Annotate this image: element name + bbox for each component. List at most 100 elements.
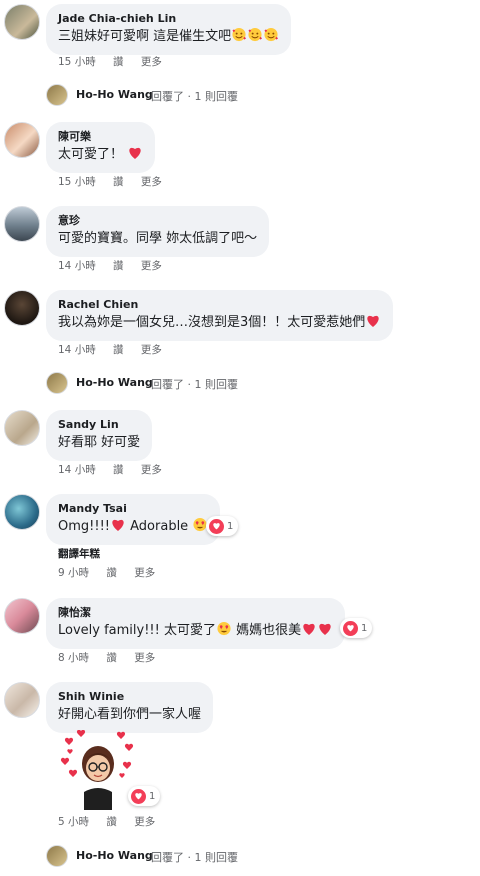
reply-author[interactable]: Ho-Ho Wang bbox=[76, 88, 153, 101]
like-button[interactable]: 讚 bbox=[113, 344, 124, 356]
comment-time[interactable]: 14 小時 bbox=[58, 260, 96, 272]
like-button[interactable]: 讚 bbox=[106, 816, 117, 828]
avatar[interactable] bbox=[4, 4, 40, 40]
avatar bbox=[46, 372, 68, 394]
like-button[interactable]: 讚 bbox=[106, 652, 117, 664]
comment-bubble: Sandy Lin 好看耶 好可愛 bbox=[46, 410, 153, 461]
comment-text: 三姐妹好可愛啊 這是催生文吧 bbox=[58, 27, 279, 47]
avatar[interactable] bbox=[4, 206, 40, 242]
comment-actions: 8 小時 讚 更多 bbox=[58, 650, 169, 665]
comment-text-part: 媽媽也很美 bbox=[232, 623, 302, 638]
love-reaction-icon bbox=[131, 788, 146, 804]
comment-author[interactable]: Sandy Lin bbox=[58, 417, 140, 433]
avatar[interactable] bbox=[4, 682, 40, 718]
more-button[interactable]: 更多 bbox=[141, 56, 162, 68]
sticker-image[interactable]: 1 bbox=[58, 729, 161, 810]
comment-time[interactable]: 14 小時 bbox=[58, 464, 96, 476]
avatar bbox=[46, 84, 68, 106]
translate-link[interactable]: 翻譯年糕 bbox=[58, 546, 100, 561]
comment-author[interactable]: 意珍 bbox=[58, 213, 257, 229]
avatar[interactable] bbox=[4, 598, 40, 634]
more-button[interactable]: 更多 bbox=[141, 260, 162, 272]
comment-bubble: 意珍 可愛的寶寶。同學 妳太低調了吧～ bbox=[46, 206, 270, 257]
reply-author[interactable]: Ho-Ho Wang bbox=[76, 376, 153, 389]
comment-actions: 9 小時 讚 更多 bbox=[58, 565, 169, 580]
avatar[interactable] bbox=[4, 122, 40, 158]
avatar[interactable] bbox=[4, 290, 40, 326]
like-button[interactable]: 讚 bbox=[113, 464, 124, 476]
comment-actions: 14 小時 讚 更多 bbox=[58, 342, 176, 357]
comment-actions: 15 小時 讚 更多 bbox=[58, 54, 176, 69]
more-button[interactable]: 更多 bbox=[134, 816, 155, 828]
comment-bubble: 陳可樂 太可愛了！ bbox=[46, 122, 156, 173]
comment-author[interactable]: Rachel Chien bbox=[58, 297, 381, 313]
comment-bubble: Rachel Chien 我以為妳是一個女兒…沒想到是3個！！太可愛惹她們 bbox=[46, 290, 394, 341]
comment-bubble: Jade Chia-chieh Lin 三姐妹好可愛啊 這是催生文吧 bbox=[46, 4, 292, 55]
comment-author[interactable]: Jade Chia-chieh Lin bbox=[58, 11, 279, 27]
comment-text-part: Lovely family!!! 太可愛了 bbox=[58, 623, 216, 638]
like-button[interactable]: 讚 bbox=[113, 260, 124, 272]
reply-count-text[interactable]: 回覆了 · 1 則回覆 bbox=[151, 88, 238, 104]
comment-time[interactable]: 14 小時 bbox=[58, 344, 96, 356]
comment-time[interactable]: 15 小時 bbox=[58, 56, 96, 68]
reaction-count-badge[interactable]: 1 bbox=[340, 618, 373, 638]
reaction-count-badge[interactable]: 1 bbox=[206, 516, 239, 536]
comment-text-part: 太可愛了！ bbox=[58, 147, 124, 162]
smiling-face-with-hearts-icon bbox=[231, 27, 247, 42]
comment-time[interactable]: 9 小時 bbox=[58, 567, 89, 579]
reply-author[interactable]: Ho-Ho Wang bbox=[76, 849, 153, 862]
reply-count-text[interactable]: 回覆了 · 1 則回覆 bbox=[151, 849, 238, 865]
like-button[interactable]: 讚 bbox=[113, 176, 124, 188]
more-button[interactable]: 更多 bbox=[141, 464, 162, 476]
reaction-count: 1 bbox=[227, 520, 234, 532]
red-heart-icon bbox=[319, 623, 331, 635]
more-button[interactable]: 更多 bbox=[141, 344, 162, 356]
comment-bubble: Mandy Tsai Omg!!!! Adorable bbox=[46, 494, 221, 545]
comment-bubble: Shih Winie 好開心看到你們一家人喔 bbox=[46, 682, 214, 733]
more-button[interactable]: 更多 bbox=[134, 567, 155, 579]
comment-actions: 5 小時 讚 更多 bbox=[58, 814, 169, 829]
comment-text-part: 三姐妹好可愛啊 這是催生文吧 bbox=[58, 29, 232, 44]
smiling-face-with-hearts-icon bbox=[247, 27, 263, 42]
avatar[interactable] bbox=[4, 410, 40, 446]
reaction-count: 1 bbox=[361, 622, 368, 634]
comment-text: 好看耶 好可愛 bbox=[58, 435, 141, 450]
comment-text: 太可愛了！ bbox=[58, 145, 143, 165]
comment-text: Lovely family!!! 太可愛了 媽媽也很美 bbox=[58, 621, 333, 641]
smiling-face-with-hearts-icon bbox=[263, 27, 279, 42]
comment-text: 好開心看到你們一家人喔 bbox=[58, 707, 202, 722]
comment-author[interactable]: Mandy Tsai bbox=[58, 501, 208, 517]
comment-author[interactable]: Shih Winie bbox=[58, 689, 201, 705]
red-heart-icon bbox=[303, 623, 315, 635]
comment-time[interactable]: 5 小時 bbox=[58, 816, 89, 828]
more-button[interactable]: 更多 bbox=[134, 652, 155, 664]
comment-text-part: Adorable bbox=[126, 519, 193, 534]
comment-actions: 14 小時 讚 更多 bbox=[58, 258, 176, 273]
red-heart-icon bbox=[367, 315, 379, 327]
love-reaction-icon bbox=[343, 620, 358, 636]
reaction-count: 1 bbox=[149, 790, 156, 802]
like-button[interactable]: 讚 bbox=[113, 56, 124, 68]
comment-text: Omg!!!! Adorable bbox=[58, 517, 208, 537]
heart-eyes-icon bbox=[216, 621, 232, 636]
comment-text: 可愛的寶寶。同學 妳太低調了吧～ bbox=[58, 231, 258, 246]
comment-text-part: 我以為妳是一個女兒…沒想到是3個！！太可愛惹她們 bbox=[58, 315, 366, 330]
avatar[interactable] bbox=[4, 494, 40, 530]
like-button[interactable]: 讚 bbox=[106, 567, 117, 579]
comment-bubble: 陳怡潔 Lovely family!!! 太可愛了 媽媽也很美 bbox=[46, 598, 346, 649]
more-button[interactable]: 更多 bbox=[141, 176, 162, 188]
red-heart-icon bbox=[129, 147, 141, 159]
comment-time[interactable]: 8 小時 bbox=[58, 652, 89, 664]
comment-author[interactable]: 陳可樂 bbox=[58, 129, 143, 145]
red-heart-icon bbox=[112, 519, 124, 531]
comment-actions: 14 小時 讚 更多 bbox=[58, 462, 176, 477]
avatar bbox=[46, 845, 68, 867]
reply-count-text[interactable]: 回覆了 · 1 則回覆 bbox=[151, 376, 238, 392]
comment-actions: 15 小時 讚 更多 bbox=[58, 174, 176, 189]
comment-text-part: Omg!!!! bbox=[58, 519, 110, 534]
comment-author[interactable]: 陳怡潔 bbox=[58, 605, 333, 621]
reaction-count-badge[interactable]: 1 bbox=[128, 786, 161, 806]
comment-time[interactable]: 15 小時 bbox=[58, 176, 96, 188]
comment-text: 我以為妳是一個女兒…沒想到是3個！！太可愛惹她們 bbox=[58, 313, 381, 333]
love-reaction-icon bbox=[209, 518, 224, 534]
